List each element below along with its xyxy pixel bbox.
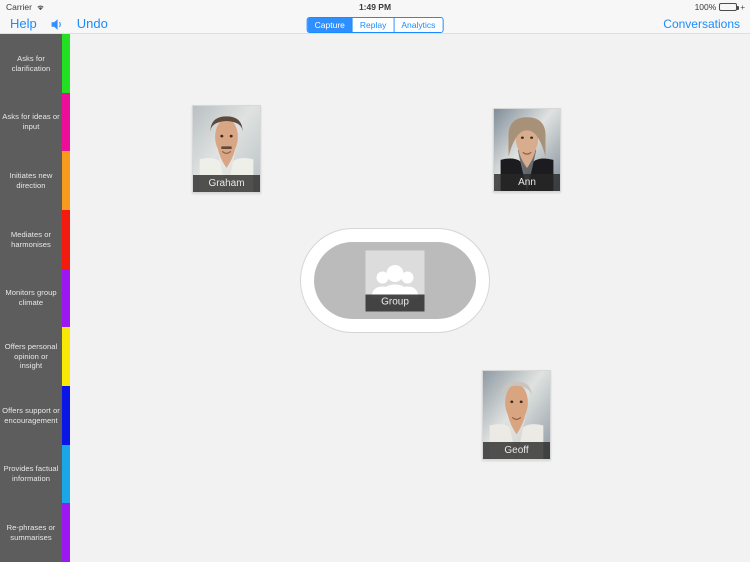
group-node[interactable]: Group <box>300 228 490 333</box>
person-name-label: Graham <box>208 177 245 189</box>
sidebar-item-label: Provides factual information <box>0 445 62 503</box>
sidebar-item-color-strip <box>62 503 70 562</box>
person-name-bar: Ann <box>494 174 560 191</box>
person-name-label: Geoff <box>504 444 529 456</box>
sidebar-item-color-strip <box>62 93 70 151</box>
person-card-graham[interactable]: Graham <box>192 105 261 193</box>
group-name-bar: Group <box>365 294 425 311</box>
sidebar-item-label: Asks for ideas or input <box>0 93 62 151</box>
sidebar-item-asks-for-ideas-or-input[interactable]: Asks for ideas or input <box>0 93 70 151</box>
undo-button[interactable]: Undo <box>77 16 108 32</box>
conversations-button[interactable]: Conversations <box>663 17 740 31</box>
sidebar-item-color-strip <box>62 269 70 327</box>
sidebar-item-monitors-group-climate[interactable]: Monitors group climate <box>0 269 70 327</box>
person-card-ann[interactable]: Ann <box>493 108 561 192</box>
sidebar-item-re-phrases-or-summarises[interactable]: Re-phrases or summarises <box>0 503 70 562</box>
tab-analytics[interactable]: Analytics <box>394 18 443 32</box>
group-name-label: Group <box>381 296 409 308</box>
sidebar-item-label: Monitors group climate <box>0 269 62 327</box>
sidebar-item-color-strip <box>62 34 70 93</box>
person-card-geoff[interactable]: Geoff <box>482 370 551 460</box>
status-bar-right: 100% + <box>695 2 745 12</box>
sidebar-item-label: Asks for clarification <box>0 34 62 93</box>
battery-cap <box>737 6 740 10</box>
status-bar-clock: 1:49 PM <box>358 2 392 12</box>
person-name-bar: Geoff <box>483 442 550 459</box>
ipad-app-window: Carrier 1:49 PM 100% + Help Undo Capture… <box>0 0 750 562</box>
sidebar-item-label: Offers personal opinion or insight <box>0 327 62 386</box>
nav-left-group: Help Undo <box>10 16 108 32</box>
conversation-canvas[interactable]: Group Graham Ann Geoff <box>70 34 750 562</box>
tab-replay[interactable]: Replay <box>352 18 395 32</box>
sidebar-item-offers-personal-opinion-or-insight[interactable]: Offers personal opinion or insight <box>0 327 70 386</box>
battery-percent-label: 100% <box>694 2 717 12</box>
sidebar-item-color-strip <box>62 151 70 210</box>
behaviour-category-sidebar: Asks for clarification Asks for ideas or … <box>0 34 70 562</box>
sidebar-item-color-strip <box>62 210 70 269</box>
battery-icon <box>719 3 740 11</box>
navigation-bar: Help Undo Capture Replay Analytics Conve… <box>0 14 750 34</box>
tab-capture[interactable]: Capture <box>307 18 353 32</box>
person-name-bar: Graham <box>193 175 260 192</box>
sidebar-item-label: Offers support or encouragement <box>0 386 62 445</box>
sidebar-item-label: Re-phrases or summarises <box>0 503 62 562</box>
sidebar-item-color-strip <box>62 327 70 386</box>
sidebar-item-color-strip <box>62 386 70 445</box>
status-bar: Carrier 1:49 PM 100% + <box>0 0 750 14</box>
sidebar-item-color-strip <box>62 445 70 503</box>
person-name-label: Ann <box>518 176 536 188</box>
speaker-icon[interactable] <box>50 18 64 31</box>
group-card[interactable]: Group <box>365 250 425 311</box>
sidebar-item-initiates-new-direction[interactable]: Initiates new direction <box>0 151 70 210</box>
sidebar-item-offers-support-or-encouragement[interactable]: Offers support or encouragement <box>0 386 70 445</box>
sidebar-item-label: Mediates or harmonises <box>0 210 62 269</box>
sidebar-item-mediates-or-harmonises[interactable]: Mediates or harmonises <box>0 210 70 269</box>
sidebar-item-asks-for-clarification[interactable]: Asks for clarification <box>0 34 70 93</box>
battery-charging-icon: + <box>740 2 745 12</box>
mode-segmented-control[interactable]: Capture Replay Analytics <box>306 17 444 33</box>
sidebar-item-label: Initiates new direction <box>0 151 62 210</box>
help-button[interactable]: Help <box>10 16 37 32</box>
sidebar-item-provides-factual-information[interactable]: Provides factual information <box>0 445 70 503</box>
